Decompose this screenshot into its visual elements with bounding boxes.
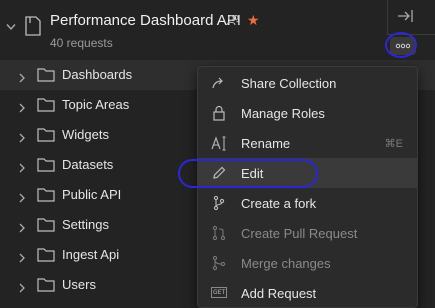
folder-label: Ingest Api: [62, 247, 120, 262]
chevron-right-icon[interactable]: [18, 160, 26, 178]
merge-icon: [211, 255, 227, 276]
folder-label: Widgets: [62, 127, 109, 142]
get-request-icon: GET: [211, 285, 228, 298]
shared-users-icon: [226, 14, 240, 26]
folder-icon: [37, 247, 55, 267]
menu-item-merge-changes: Merge changes: [198, 248, 417, 278]
folder-icon: [37, 277, 55, 297]
folder-label: Topic Areas: [62, 97, 130, 112]
chevron-right-icon[interactable]: [18, 280, 26, 298]
chevron-right-icon[interactable]: [18, 190, 26, 208]
pull-request-icon: [211, 225, 227, 246]
folder-icon: [37, 67, 55, 87]
menu-item-label: Rename: [241, 136, 291, 151]
collapse-chevron-icon[interactable]: [6, 23, 16, 31]
menu-item-label: Add Request: [241, 286, 317, 301]
get-badge: GET: [211, 287, 228, 298]
folder-icon: [37, 157, 55, 177]
star-icon[interactable]: ★: [247, 12, 260, 29]
annotation-circle-edit: [178, 159, 318, 188]
folder-icon: [37, 97, 55, 117]
collection-icon: [25, 16, 41, 36]
folder-icon: [37, 127, 55, 147]
request-count: 40 requests: [50, 36, 113, 50]
chevron-right-icon[interactable]: [18, 70, 26, 88]
folder-label: Datasets: [62, 157, 114, 172]
annotation-circle-more-button: [385, 32, 417, 58]
chevron-right-icon[interactable]: [18, 130, 26, 148]
menu-item-manage-roles[interactable]: Manage Roles: [198, 98, 417, 128]
fork-icon: [211, 195, 227, 216]
lock-icon: [211, 105, 227, 126]
menu-shortcut: ⌘E: [384, 138, 403, 150]
menu-item-label: Create a fork: [241, 196, 317, 211]
folder-label: Settings: [62, 217, 109, 232]
menu-item-share-collection[interactable]: Share Collection: [198, 68, 417, 98]
share-arrow-icon: [211, 75, 227, 96]
folder-icon: [37, 217, 55, 237]
collection-title[interactable]: Performance Dashboard API: [50, 12, 241, 29]
folder-label: Public API: [62, 187, 122, 202]
folder-label: Users: [62, 277, 96, 292]
menu-item-add-request[interactable]: GET Add Request: [198, 278, 417, 308]
menu-item-create-fork[interactable]: Create a fork: [198, 188, 417, 218]
chevron-right-icon[interactable]: [18, 250, 26, 268]
folder-label: Dashboards: [62, 67, 133, 82]
chevron-right-icon[interactable]: [18, 100, 26, 118]
menu-item-label: Share Collection: [241, 76, 337, 91]
menu-item-create-pull-request: Create Pull Request: [198, 218, 417, 248]
chevron-right-icon[interactable]: [18, 220, 26, 238]
rename-icon: [211, 135, 227, 156]
menu-item-label: Create Pull Request: [241, 226, 358, 241]
menu-item-rename[interactable]: Rename ⌘E: [198, 128, 417, 158]
menu-item-label: Manage Roles: [241, 106, 325, 121]
collapse-panel-icon[interactable]: [395, 6, 415, 26]
menu-item-label: Merge changes: [241, 256, 331, 271]
folder-icon: [37, 187, 55, 207]
